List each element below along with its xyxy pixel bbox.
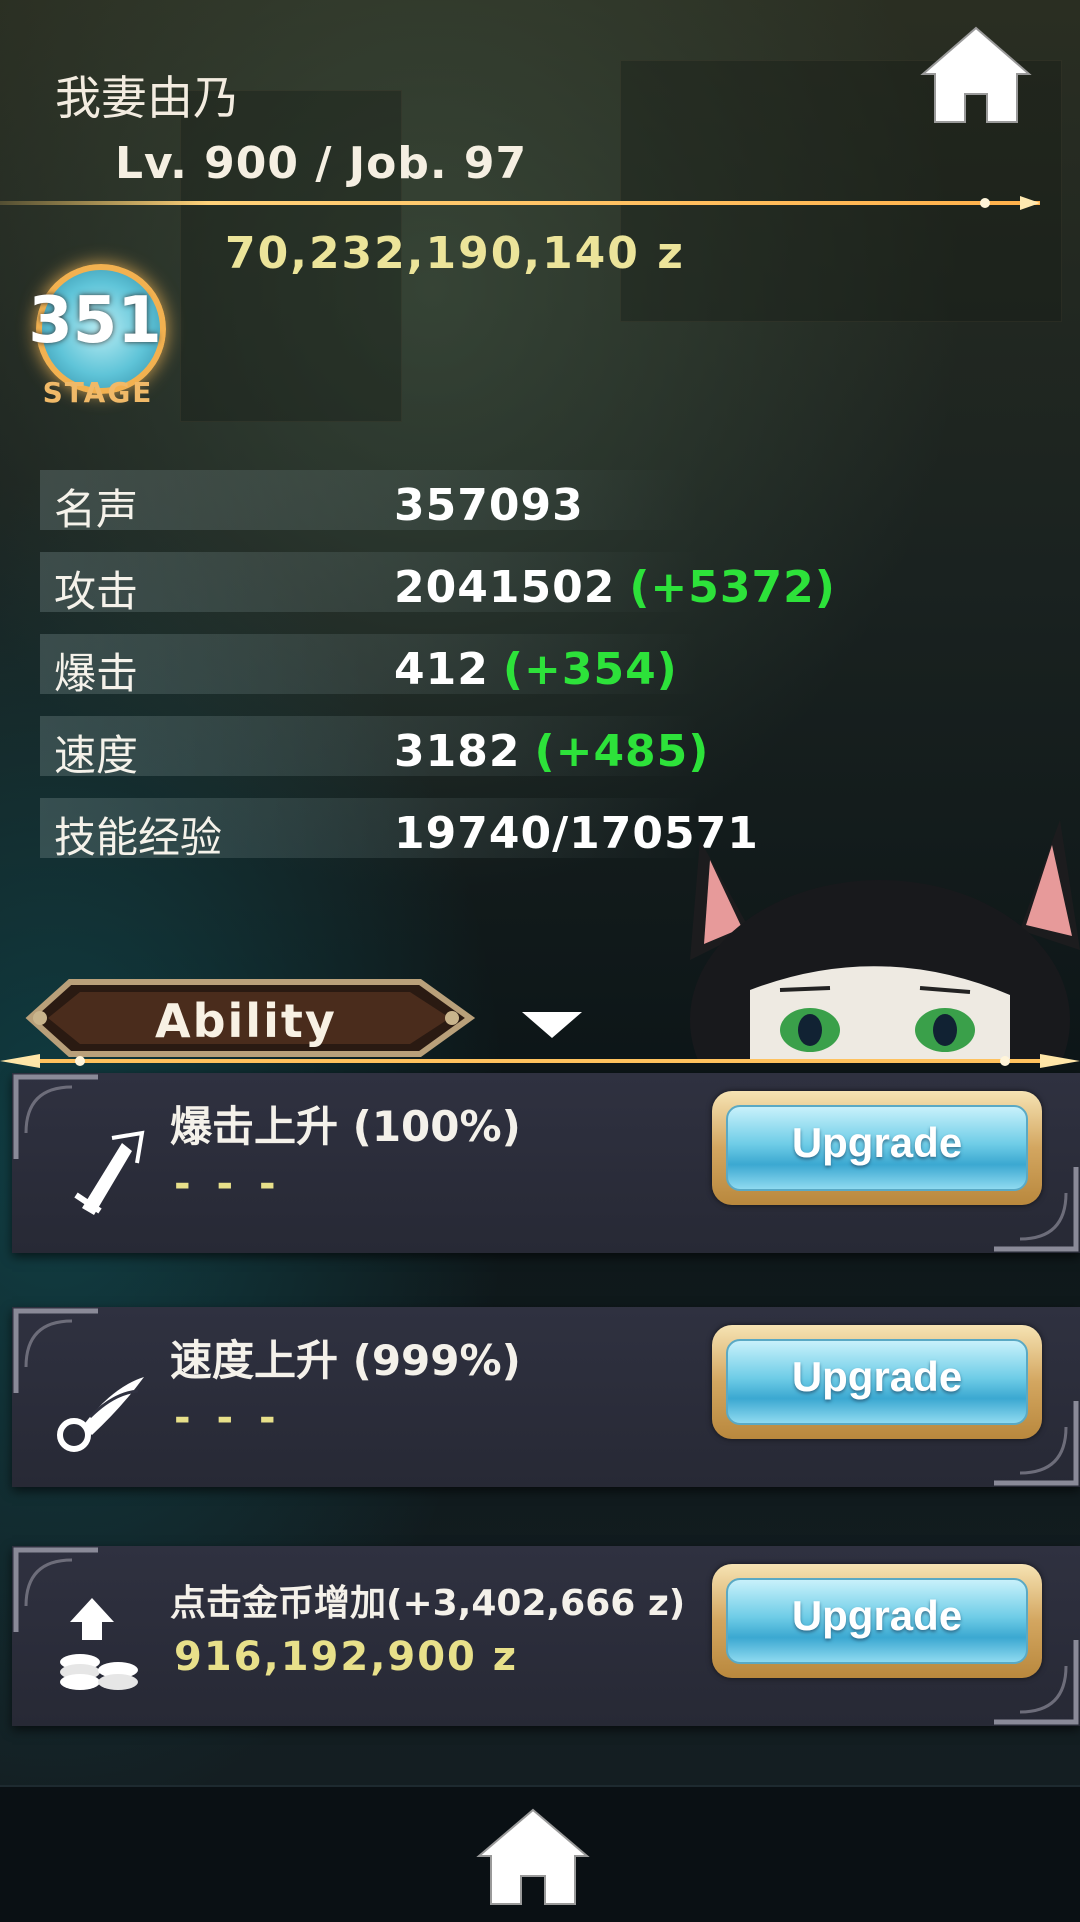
ability-title: 爆击上升 (100%) bbox=[170, 1102, 521, 1151]
stage-badge: 351 STAGE bbox=[28, 240, 168, 410]
chevron-down-icon[interactable] bbox=[512, 1010, 592, 1040]
coin-stack-icon bbox=[60, 1598, 138, 1690]
home-icon[interactable] bbox=[917, 26, 1035, 126]
stat-label: 攻击 bbox=[54, 567, 139, 616]
player-name: 我妻由乃 bbox=[55, 71, 239, 125]
ability-tab-label[interactable]: Ability bbox=[155, 994, 337, 1048]
sword-icon bbox=[74, 1130, 145, 1215]
stat-bonus: (+485) bbox=[534, 726, 710, 777]
stat-label: 速度 bbox=[54, 731, 139, 780]
stat-value: 2041502 (+5372) bbox=[394, 562, 836, 613]
upgrade-button-label: Upgrade bbox=[791, 1592, 963, 1639]
stat-row-skill-exp: 技能经验 19740/170571 bbox=[40, 798, 758, 862]
winged-boot-icon bbox=[57, 1377, 144, 1452]
stat-strip bbox=[40, 470, 700, 530]
upgrade-button-label: Upgrade bbox=[791, 1119, 963, 1166]
stat-value: 3182 (+485) bbox=[394, 726, 709, 777]
stat-value: 357093 bbox=[394, 480, 584, 531]
stage-label: STAGE bbox=[42, 376, 154, 409]
stat-label: 技能经验 bbox=[54, 813, 223, 862]
upgrade-button-label: Upgrade bbox=[791, 1353, 963, 1400]
stage-number: 351 bbox=[28, 284, 162, 358]
stat-label: 爆击 bbox=[54, 649, 139, 698]
stat-number: 357093 bbox=[394, 480, 584, 531]
ability-card-critical: 爆击上升 (100%) - - - Upgrade bbox=[12, 1073, 1080, 1253]
ability-card-tap-gold: 点击金币增加(+3,402,666 z) 916,192,900 z Upgra… bbox=[12, 1546, 1080, 1726]
ability-cost: 916,192,900 z bbox=[174, 1634, 519, 1680]
stat-bonus: (+5372) bbox=[629, 562, 836, 613]
stat-bonus: (+354) bbox=[502, 644, 678, 695]
stat-number: 2041502 bbox=[394, 562, 616, 613]
ability-card-speed: 速度上升 (999%) - - - Upgrade bbox=[12, 1307, 1080, 1487]
stat-number: 3182 bbox=[394, 726, 521, 777]
cat-mascot bbox=[690, 820, 1080, 1060]
stat-label: 名声 bbox=[54, 485, 139, 534]
upgrade-button[interactable]: Upgrade bbox=[712, 1091, 1042, 1205]
stat-row-critical: 爆击 412 (+354) bbox=[40, 634, 740, 698]
level-job-text: Lv. 900 / Job. 97 bbox=[115, 138, 528, 189]
ability-cost: - - - bbox=[174, 1395, 282, 1441]
stat-value: 412 (+354) bbox=[394, 644, 678, 695]
stat-row-fame: 名声 357093 bbox=[40, 470, 740, 534]
stat-row-attack: 攻击 2041502 (+5372) bbox=[40, 552, 835, 616]
upgrade-button[interactable]: Upgrade bbox=[712, 1564, 1042, 1678]
upgrade-button[interactable]: Upgrade bbox=[712, 1325, 1042, 1439]
ability-title: 速度上升 (999%) bbox=[170, 1336, 521, 1385]
home-icon[interactable] bbox=[475, 1808, 591, 1908]
header-gold-divider bbox=[0, 196, 1040, 210]
money-total: 70,232,190,140 z bbox=[225, 228, 685, 279]
ability-cost: - - - bbox=[174, 1161, 282, 1207]
ability-gold-divider bbox=[0, 1054, 1080, 1068]
stat-number: 412 bbox=[394, 644, 489, 695]
ability-title: 点击金币增加(+3,402,666 z) bbox=[170, 1583, 686, 1624]
stat-row-speed: 速度 3182 (+485) bbox=[40, 716, 740, 780]
